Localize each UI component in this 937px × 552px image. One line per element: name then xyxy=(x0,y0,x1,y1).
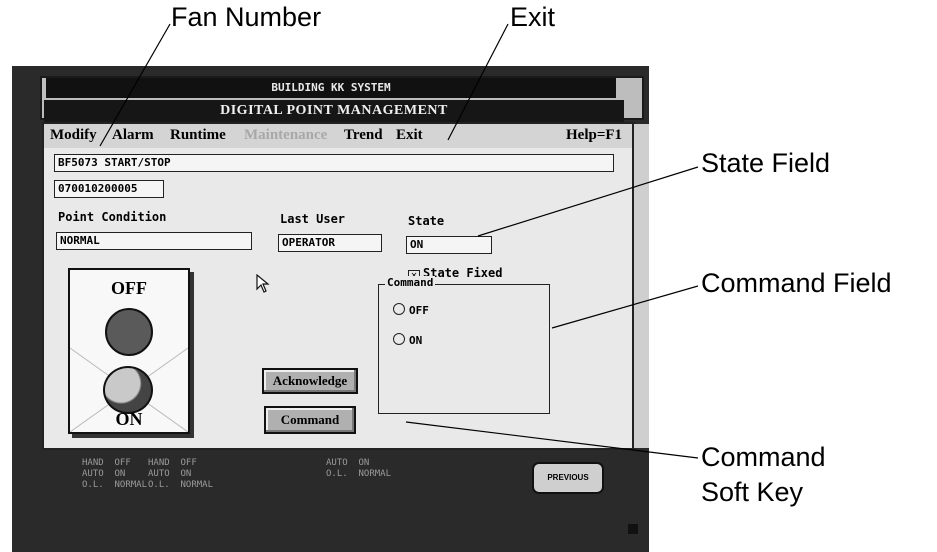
status-col2: HAND OFF AUTO ON O.L. NORMAL xyxy=(148,458,214,490)
menu-help[interactable]: Help=F1 xyxy=(566,127,622,144)
callout-command-soft-key-line2: Soft Key xyxy=(701,477,804,507)
menu-trend[interactable]: Trend xyxy=(344,127,383,144)
last-user-label: Last User xyxy=(280,212,346,226)
menu-runtime[interactable]: Runtime xyxy=(170,127,226,144)
system-title: BUILDING KK SYSTEM xyxy=(46,78,616,98)
command-radio-on-label: ON xyxy=(409,334,423,347)
menu-modify[interactable]: Modify xyxy=(50,127,97,144)
callout-state-field: State Field xyxy=(701,148,831,178)
acknowledge-button[interactable]: Acknowledge xyxy=(262,368,358,394)
menu-exit[interactable]: Exit xyxy=(396,127,423,144)
command-radio-off-label: OFF xyxy=(409,304,429,317)
command-group-title: Command xyxy=(385,276,436,289)
menu-maintenance: Maintenance xyxy=(244,127,328,143)
previous-button[interactable]: PREVIOUS xyxy=(532,462,604,494)
screen-photo: BUILDING KK SYSTEM DIGITAL POINT MANAGEM… xyxy=(12,66,649,552)
point-name-field[interactable]: BF5073 START/STOP xyxy=(54,154,614,172)
radio-empty-icon xyxy=(393,303,405,315)
command-group: Command OFF ON xyxy=(378,276,550,414)
radio-empty-icon xyxy=(393,333,405,345)
point-id-field[interactable]: 070010200005 xyxy=(54,180,164,198)
menu-alarm[interactable]: Alarm xyxy=(112,127,154,144)
command-radio-on[interactable]: ON xyxy=(393,333,422,347)
mouse-cursor-icon xyxy=(256,274,270,293)
off-lamp-icon xyxy=(105,308,153,356)
on-lamp-icon xyxy=(103,366,153,414)
callout-exit: Exit xyxy=(510,2,556,32)
status-col3: AUTO ON O.L. NORMAL xyxy=(326,458,392,479)
point-management-window: Modify Alarm Runtime Maintenance Trend E… xyxy=(42,122,649,450)
point-condition-label: Point Condition xyxy=(58,210,167,224)
state-label: State xyxy=(408,214,445,228)
window-title: DIGITAL POINT MANAGEMENT xyxy=(44,100,624,122)
panel-on-label: ON xyxy=(115,409,143,429)
last-user-field[interactable]: OPERATOR xyxy=(278,234,382,252)
status-col1: HAND OFF AUTO ON O.L. NORMAL xyxy=(82,458,148,490)
callout-command-field: Command Field xyxy=(701,268,892,298)
command-radio-off[interactable]: OFF xyxy=(393,303,429,317)
callout-fan-number: Fan Number xyxy=(171,2,322,32)
state-field[interactable]: ON xyxy=(406,236,492,254)
side-scroll-strip xyxy=(632,124,649,448)
scroll-corner-icon[interactable] xyxy=(628,524,638,534)
menu-bar: Modify Alarm Runtime Maintenance Trend E… xyxy=(44,124,634,148)
callout-command-soft-key-line1: Command xyxy=(701,442,826,472)
command-button[interactable]: Command xyxy=(264,406,356,434)
point-condition-field[interactable]: NORMAL xyxy=(56,232,252,250)
indicator-panel: OFF ON xyxy=(68,268,190,434)
